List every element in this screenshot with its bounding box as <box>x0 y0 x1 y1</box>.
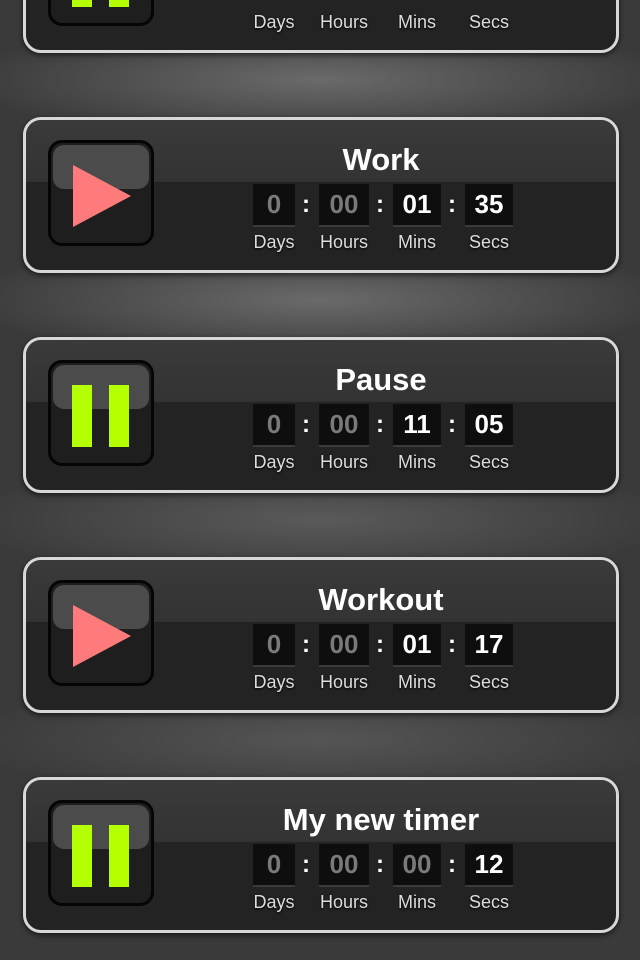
colon-separator: : <box>302 631 310 658</box>
pause-button[interactable] <box>48 0 154 26</box>
secs-value[interactable]: 05 <box>465 404 513 447</box>
mins-value[interactable]: 01 <box>393 624 441 667</box>
pause-button[interactable] <box>48 800 154 906</box>
colon-separator: : <box>376 191 384 218</box>
days-label: Days <box>253 892 295 912</box>
secs-label: Secs <box>468 452 510 472</box>
hours-label: Hours <box>319 232 368 252</box>
secs-value[interactable]: 17 <box>465 624 513 667</box>
play-icon <box>73 165 131 227</box>
timer-title[interactable]: Pause <box>226 362 536 398</box>
hours-label: Hours <box>319 672 368 692</box>
timer-card[interactable]: Work 0: Days 00: Hours 01: Mins 35 Secs <box>23 117 619 273</box>
secs-value[interactable]: 35 <box>465 184 513 227</box>
colon-separator: : <box>302 411 310 438</box>
mins-value[interactable]: 01 <box>393 184 441 227</box>
colon-separator: : <box>448 191 456 218</box>
colon-separator: : <box>302 851 310 878</box>
timer-card[interactable]: My new timer 0: Days 00: Hours 00: Mins 12 Secs <box>23 777 619 933</box>
timer-title[interactable]: My new timer <box>226 802 536 838</box>
hours-value[interactable]: 00 <box>319 624 369 667</box>
colon-separator: : <box>302 191 310 218</box>
colon-separator: : <box>376 411 384 438</box>
timer-card[interactable]: Days Hours Mins Secs <box>23 0 619 53</box>
days-value[interactable]: 0 <box>253 844 295 887</box>
timer-card[interactable]: Workout 0: Days 00: Hours 01: Mins 17 Secs <box>23 557 619 713</box>
days-label: Days <box>253 672 295 692</box>
hours-value[interactable]: 00 <box>319 184 369 227</box>
days-value[interactable]: 0 <box>253 624 295 667</box>
timer-card[interactable]: Pause 0: Days 00: Hours 11: Mins 05 Secs <box>23 337 619 493</box>
colon-separator: : <box>448 411 456 438</box>
hours-label: Hours <box>319 12 368 32</box>
hours-value[interactable]: 00 <box>319 844 369 887</box>
secs-label: Secs <box>468 232 510 252</box>
days-label: Days <box>253 12 295 32</box>
button-gloss <box>53 365 149 409</box>
play-button[interactable] <box>48 580 154 686</box>
days-value[interactable]: 0 <box>253 184 295 227</box>
secs-label: Secs <box>468 892 510 912</box>
mins-label: Mins <box>397 452 436 472</box>
hours-label: Hours <box>319 892 368 912</box>
colon-separator: : <box>448 631 456 658</box>
play-icon <box>73 605 131 667</box>
secs-label: Secs <box>468 672 510 692</box>
secs-label: Secs <box>468 12 510 32</box>
days-label: Days <box>253 232 295 252</box>
timer-title[interactable]: Work <box>226 142 536 178</box>
days-value[interactable]: 0 <box>253 404 295 447</box>
button-gloss <box>53 805 149 849</box>
mins-label: Mins <box>397 12 436 32</box>
colon-separator: : <box>376 851 384 878</box>
pause-button[interactable] <box>48 360 154 466</box>
mins-label: Mins <box>397 672 436 692</box>
play-button[interactable] <box>48 140 154 246</box>
secs-value[interactable]: 12 <box>465 844 513 887</box>
hours-value[interactable]: 00 <box>319 404 369 447</box>
colon-separator: : <box>376 631 384 658</box>
days-label: Days <box>253 452 295 472</box>
mins-label: Mins <box>397 232 436 252</box>
mins-value[interactable]: 00 <box>393 844 441 887</box>
colon-separator: : <box>448 851 456 878</box>
mins-value[interactable]: 11 <box>393 404 441 447</box>
mins-label: Mins <box>397 892 436 912</box>
hours-label: Hours <box>319 452 368 472</box>
timer-title[interactable]: Workout <box>226 582 536 618</box>
